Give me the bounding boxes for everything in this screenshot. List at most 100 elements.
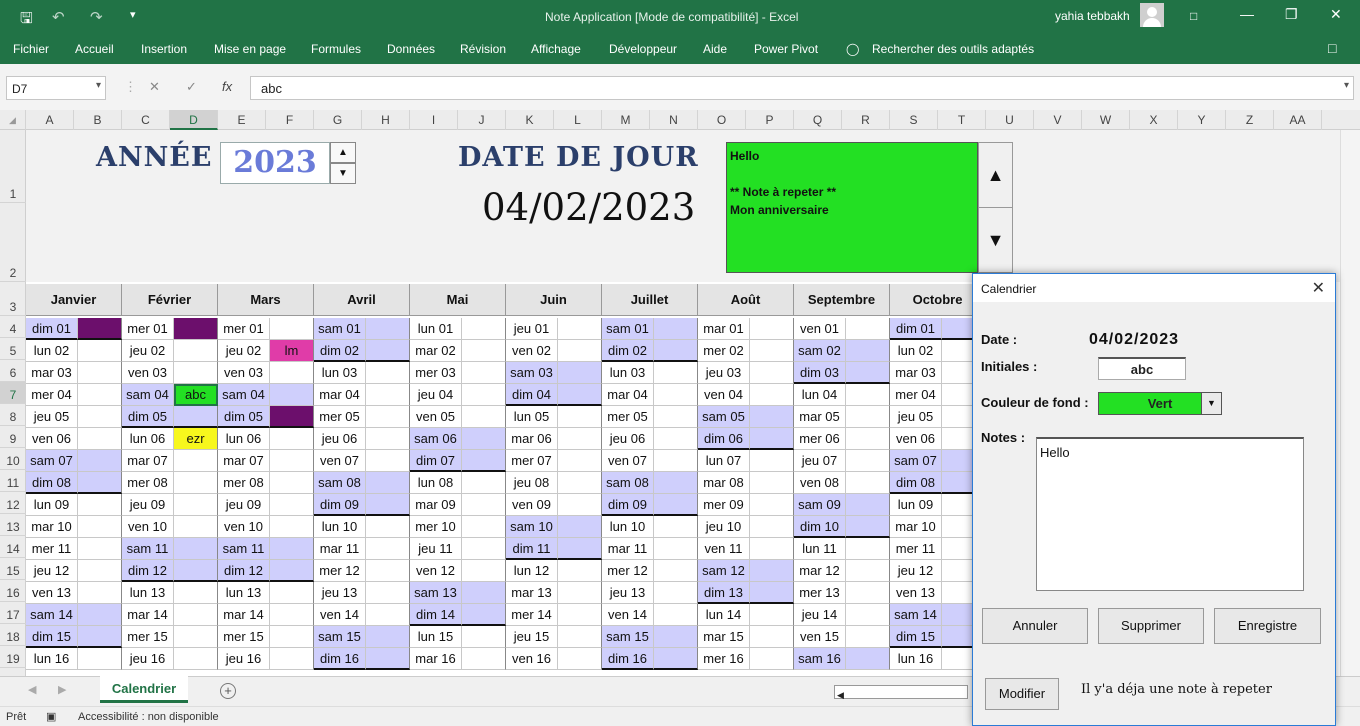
day-cell[interactable]: ven 03 xyxy=(122,362,174,384)
note-cell[interactable] xyxy=(462,538,506,560)
note-cell[interactable] xyxy=(78,340,122,362)
day-cell[interactable]: mar 07 xyxy=(218,450,270,472)
note-cell[interactable] xyxy=(846,538,890,560)
note-cell[interactable] xyxy=(558,648,602,670)
note-cell[interactable] xyxy=(270,384,314,406)
note-cell[interactable] xyxy=(174,340,218,362)
row-header-18[interactable]: 18 xyxy=(0,624,26,646)
day-cell[interactable]: jeu 10 xyxy=(698,516,750,538)
note-cell[interactable] xyxy=(78,428,122,450)
day-cell[interactable]: mer 01 xyxy=(218,318,270,340)
day-cell[interactable]: mar 13 xyxy=(506,582,558,604)
note-cell[interactable] xyxy=(366,318,410,340)
note-cell[interactable] xyxy=(78,648,122,670)
note-cell[interactable] xyxy=(462,626,506,648)
day-cell[interactable]: jeu 03 xyxy=(698,362,750,384)
day-cell[interactable]: dim 05 xyxy=(122,406,174,428)
note-cell[interactable] xyxy=(654,494,698,516)
note-cell[interactable] xyxy=(78,472,122,494)
day-cell[interactable]: mer 08 xyxy=(122,472,174,494)
note-cell[interactable] xyxy=(270,494,314,516)
day-cell[interactable]: sam 11 xyxy=(218,538,270,560)
sheet-tab-calendrier[interactable]: Calendrier xyxy=(100,676,188,703)
day-cell[interactable]: mer 08 xyxy=(218,472,270,494)
day-cell[interactable]: lun 16 xyxy=(890,648,942,670)
day-cell[interactable]: lun 09 xyxy=(26,494,78,516)
day-cell[interactable]: dim 12 xyxy=(122,560,174,582)
note-cell[interactable] xyxy=(174,494,218,516)
note-cell[interactable] xyxy=(366,626,410,648)
note-cell[interactable] xyxy=(462,340,506,362)
note-cell[interactable] xyxy=(558,516,602,538)
supprimer-button[interactable]: Supprimer xyxy=(1098,608,1204,644)
note-cell[interactable] xyxy=(558,362,602,384)
row-header-9[interactable]: 9 xyxy=(0,426,26,448)
note-cell[interactable] xyxy=(270,626,314,648)
day-cell[interactable]: ven 15 xyxy=(794,626,846,648)
column-header-s[interactable]: S xyxy=(890,110,938,130)
day-cell[interactable]: lun 04 xyxy=(794,384,846,406)
day-cell[interactable]: lun 02 xyxy=(890,340,942,362)
note-cell[interactable] xyxy=(846,494,890,516)
day-cell[interactable]: dim 09 xyxy=(314,494,366,516)
note-cell[interactable] xyxy=(174,406,218,428)
day-cell[interactable]: sam 05 xyxy=(698,406,750,428)
day-cell[interactable]: ven 01 xyxy=(794,318,846,340)
column-header-a[interactable]: A xyxy=(26,110,74,130)
day-cell[interactable]: ven 12 xyxy=(410,560,462,582)
day-cell[interactable]: dim 10 xyxy=(794,516,846,538)
day-cell[interactable]: mer 02 xyxy=(698,340,750,362)
note-cell[interactable] xyxy=(462,406,506,428)
day-cell[interactable]: dim 16 xyxy=(602,648,654,670)
tab-aide[interactable]: Aide xyxy=(703,42,727,56)
day-cell[interactable]: mar 10 xyxy=(26,516,78,538)
note-cell[interactable] xyxy=(942,318,972,340)
day-cell[interactable]: dim 08 xyxy=(890,472,942,494)
day-cell[interactable]: mer 14 xyxy=(506,604,558,626)
note-cell[interactable] xyxy=(750,340,794,362)
note-cell[interactable] xyxy=(654,472,698,494)
day-cell[interactable]: jeu 14 xyxy=(794,604,846,626)
note-cell[interactable] xyxy=(846,582,890,604)
day-cell[interactable]: jeu 12 xyxy=(26,560,78,582)
day-cell[interactable]: mar 04 xyxy=(314,384,366,406)
day-cell[interactable]: lun 07 xyxy=(698,450,750,472)
day-cell[interactable]: mer 15 xyxy=(218,626,270,648)
day-cell[interactable]: ven 05 xyxy=(410,406,462,428)
day-cell[interactable]: mer 04 xyxy=(26,384,78,406)
note-cell[interactable] xyxy=(750,318,794,340)
enregistre-button[interactable]: Enregistre xyxy=(1214,608,1321,644)
day-cell[interactable]: mar 03 xyxy=(26,362,78,384)
day-cell[interactable]: mer 10 xyxy=(410,516,462,538)
day-cell[interactable]: mer 03 xyxy=(410,362,462,384)
day-cell[interactable]: ven 16 xyxy=(506,648,558,670)
day-cell[interactable]: jeu 06 xyxy=(602,428,654,450)
row-header-8[interactable]: 8 xyxy=(0,404,26,426)
note-cell[interactable] xyxy=(942,428,972,450)
note-cell[interactable] xyxy=(174,604,218,626)
scroll-up-icon[interactable]: ▲ xyxy=(978,142,1013,208)
note-cell[interactable] xyxy=(462,516,506,538)
note-cell[interactable] xyxy=(78,538,122,560)
day-cell[interactable]: jeu 04 xyxy=(410,384,462,406)
note-cell[interactable] xyxy=(462,428,506,450)
day-cell[interactable]: dim 04 xyxy=(506,384,558,406)
note-cell[interactable] xyxy=(654,582,698,604)
note-cell[interactable] xyxy=(942,516,972,538)
day-cell[interactable]: sam 14 xyxy=(26,604,78,626)
tab-accueil[interactable]: Accueil xyxy=(75,42,114,56)
day-cell[interactable]: jeu 16 xyxy=(218,648,270,670)
search-tools[interactable]: Rechercher des outils adaptés xyxy=(872,42,1034,56)
year-down-icon[interactable]: ▼ xyxy=(330,163,356,184)
note-cell[interactable] xyxy=(942,406,972,428)
day-cell[interactable]: dim 13 xyxy=(698,582,750,604)
note-cell[interactable] xyxy=(942,384,972,406)
note-cell[interactable] xyxy=(78,318,122,340)
column-header-c[interactable]: C xyxy=(122,110,170,130)
day-cell[interactable]: sam 08 xyxy=(602,472,654,494)
day-cell[interactable]: sam 14 xyxy=(890,604,942,626)
note-cell[interactable] xyxy=(174,318,218,340)
day-cell[interactable]: sam 07 xyxy=(890,450,942,472)
note-cell[interactable] xyxy=(174,538,218,560)
customize-icon[interactable]: ▾ xyxy=(130,8,136,21)
